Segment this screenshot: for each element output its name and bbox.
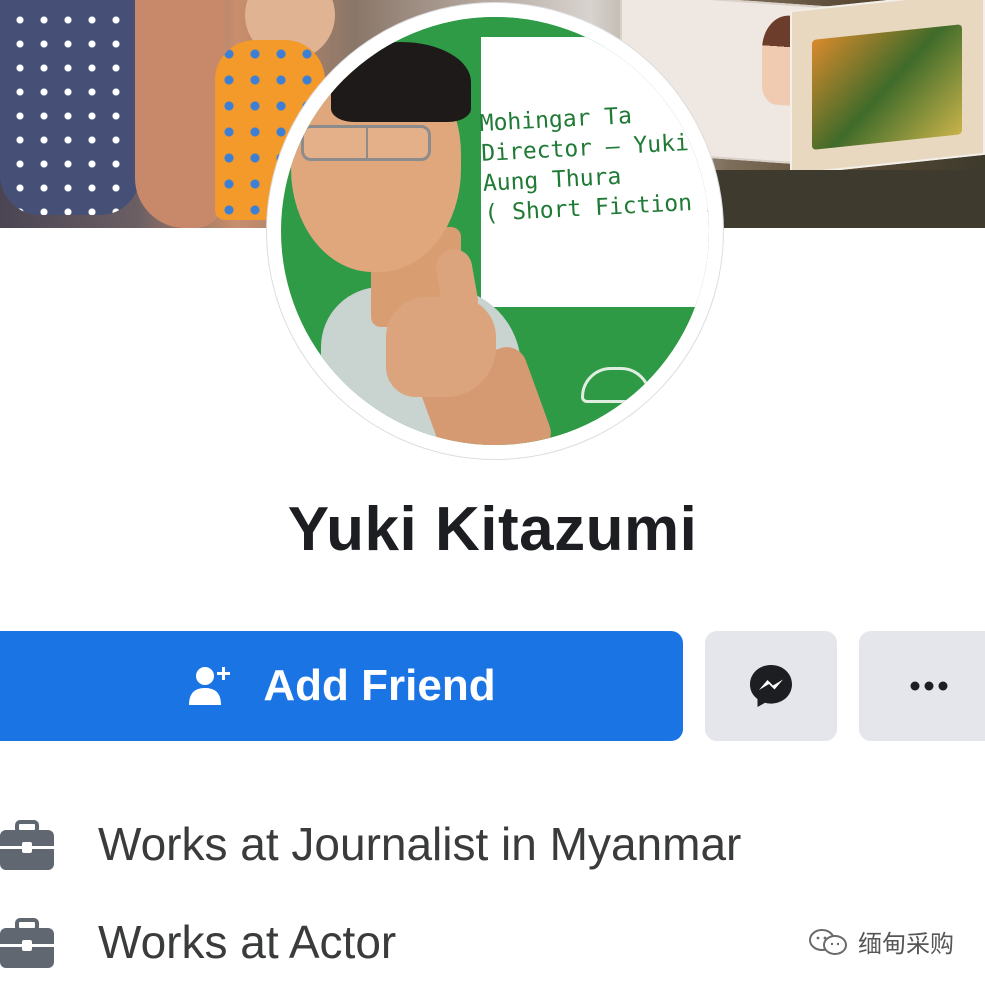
briefcase-icon	[0, 820, 54, 870]
more-options-button[interactable]	[859, 631, 985, 741]
info-row-work-journalist[interactable]: Works at Journalist in Myanmar	[0, 804, 985, 884]
cover-photo-background	[700, 170, 985, 228]
add-person-icon	[189, 667, 231, 705]
info-row-label: Works at Actor	[98, 916, 397, 968]
wechat-icon	[809, 928, 847, 955]
more-dots-icon	[910, 681, 948, 691]
cover-photo-person-dress	[0, 0, 140, 215]
watermark: 缅甸采购	[808, 924, 954, 959]
avatar-person-hand	[386, 297, 496, 397]
briefcase-icon	[0, 918, 54, 968]
avatar-banner-text: Mohingar Ta Director – Yuki K Aung Thura…	[479, 103, 709, 227]
magazine-picture	[812, 24, 962, 150]
avatar-person-hair	[331, 42, 471, 122]
add-friend-button[interactable]: Add Friend	[0, 631, 683, 741]
cover-photo-person-arm	[135, 0, 225, 228]
watermark-text: 缅甸采购	[858, 931, 954, 958]
add-friend-label: Add Friend	[263, 661, 496, 710]
avatar-person-glasses	[301, 125, 431, 161]
cover-photo-magazine-open	[790, 0, 985, 176]
info-row-label: Works at Journalist in Myanmar	[98, 818, 742, 870]
profile-picture[interactable]: Mohingar Ta Director – Yuki K Aung Thura…	[281, 17, 709, 445]
messenger-icon	[750, 665, 792, 707]
message-button[interactable]	[705, 631, 837, 741]
profile-name: Yuki Kitazumi	[287, 495, 698, 564]
